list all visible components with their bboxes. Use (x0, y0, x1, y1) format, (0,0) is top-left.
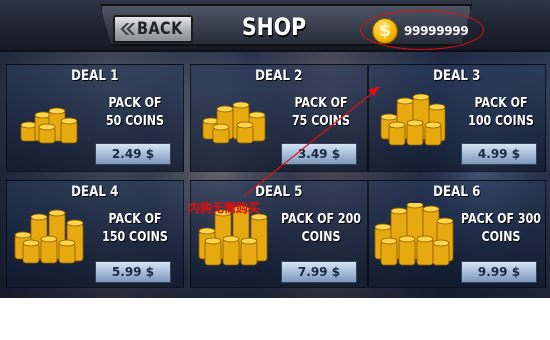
coin-pile-icon (13, 207, 89, 267)
deal-description: PACK OF 50 COINS (105, 96, 165, 129)
buy-button[interactable]: 4.99 $ (461, 143, 537, 165)
deal-card-2[interactable]: DEAL 2 PACK OF 75 COINS 3.49 $ (190, 64, 368, 172)
deal-header: DEAL 6 (369, 181, 545, 203)
deal-title: DEAL 6 (433, 184, 481, 200)
deal-description: PACK OF 300 COINS (460, 212, 542, 245)
buy-button[interactable]: 3.49 $ (281, 143, 357, 165)
coin-pile-icon (17, 101, 83, 147)
buy-button[interactable]: 9.99 $ (461, 261, 537, 283)
deal-card-6[interactable]: DEAL 6 PACK OF 300 COINS 9.99 $ (368, 180, 546, 288)
coin-pile-icon (201, 99, 271, 147)
deal-description: PACK OF 150 COINS (102, 212, 168, 245)
deal-card-5[interactable]: DEAL 5 PACK OF 200 COINS 7.99 $ (190, 180, 368, 288)
buy-button[interactable]: 2.49 $ (95, 143, 171, 165)
deal-title: DEAL 5 (255, 184, 303, 200)
deal-card-1[interactable]: DEAL 1 PACK OF 50 COINS 2.49 $ (6, 64, 184, 172)
shop-screen: BACK SHOP $ 99999999 DEAL 1 PACK OF 50 C… (0, 0, 550, 298)
deal-description: PACK OF 200 COINS (280, 212, 362, 245)
deal-title: DEAL 3 (433, 68, 481, 84)
deal-description: PACK OF 75 COINS (291, 96, 351, 129)
deal-title: DEAL 2 (255, 68, 303, 84)
deal-description: PACK OF 100 COINS (468, 96, 534, 129)
deal-title: DEAL 1 (71, 68, 119, 84)
annotation-text: 内购无需购买 (188, 201, 261, 215)
back-button[interactable]: BACK (113, 15, 193, 43)
coin-pile-icon (379, 93, 453, 149)
deal-card-3[interactable]: DEAL 3 PACK OF 100 COINS 4.99 $ (368, 64, 546, 172)
deal-title: DEAL 4 (71, 184, 119, 200)
deal-header: DEAL 4 (7, 181, 183, 203)
page-title: SHOP (241, 13, 307, 41)
back-label: BACK (137, 19, 183, 39)
deal-header: DEAL 3 (369, 65, 545, 87)
double-chevron-left-icon (120, 23, 136, 35)
deal-header: DEAL 2 (191, 65, 367, 87)
deal-header: DEAL 1 (7, 65, 183, 87)
deal-card-4[interactable]: DEAL 4 PACK OF 150 COINS 5.99 $ (6, 180, 184, 288)
buy-button[interactable]: 7.99 $ (281, 261, 357, 283)
annotation-circle (360, 10, 484, 50)
buy-button[interactable]: 5.99 $ (95, 261, 171, 283)
coin-pile-icon (373, 203, 457, 269)
